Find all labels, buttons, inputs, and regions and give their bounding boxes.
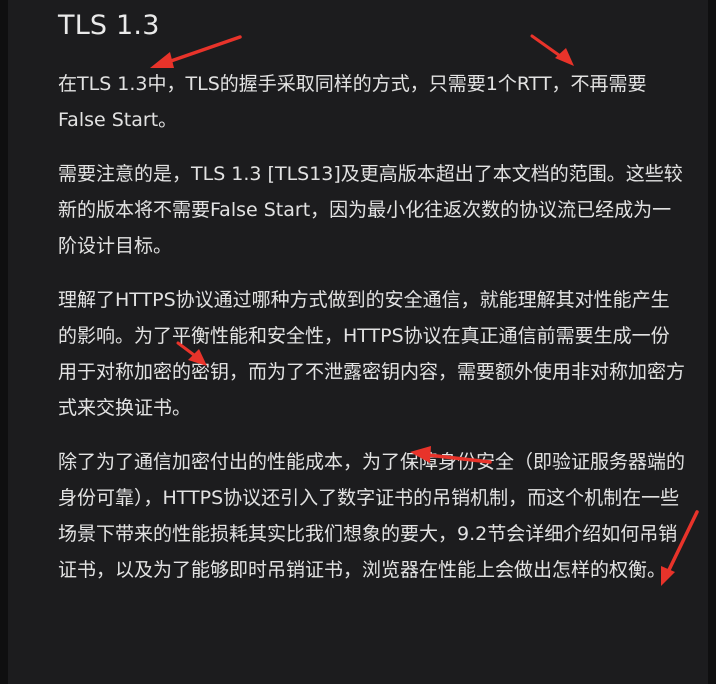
paragraph-scope-note: 需要注意的是，TLS 1.3 [TLS13]及更高版本超出了本文档的范围。这些较…	[58, 163, 683, 257]
section-heading: TLS 1.3	[58, 10, 160, 41]
left-border	[0, 0, 8, 684]
paragraph-certificate-revocation: 除了为了通信加密付出的性能成本，为了保障身份安全（即验证服务器端的身份可靠），H…	[58, 451, 686, 581]
right-border	[708, 0, 716, 684]
document-page: TLS 1.3 在TLS 1.3中，TLS的握手采取同样的方式，只需要1个RTT…	[0, 0, 716, 684]
paragraph-tls13-rtt: 在TLS 1.3中，TLS的握手采取同样的方式，只需要1个RTT，不再需要Fal…	[58, 73, 647, 131]
article-content: TLS 1.3 在TLS 1.3中，TLS的握手采取同样的方式，只需要1个RTT…	[58, 4, 688, 588]
paragraph-https-performance: 理解了HTTPS协议通过哪种方式做到的安全通信，就能理解其对性能产生的影响。为了…	[58, 289, 686, 419]
